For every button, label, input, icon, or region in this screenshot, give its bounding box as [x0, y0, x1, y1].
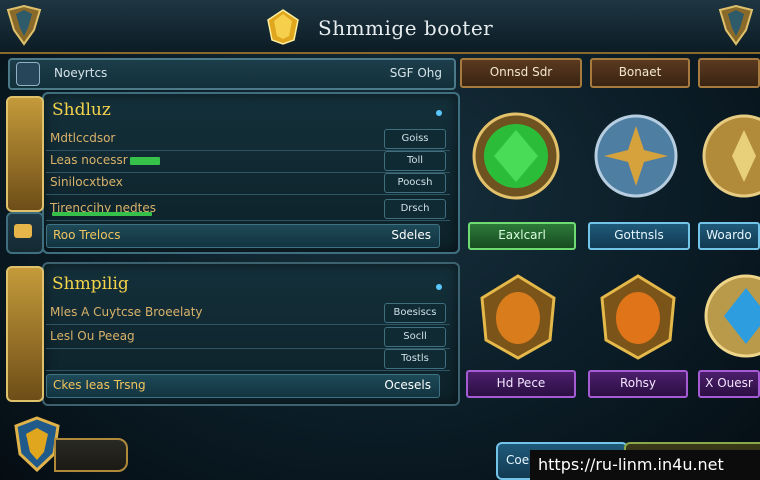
list-item[interactable]: Mles A Cuytcse Broeelaty Boesiscs	[46, 302, 450, 325]
item-slot-green-gem[interactable]	[468, 110, 564, 210]
side-badge-top-icon	[6, 96, 44, 212]
search-label: Noeyrtcs	[54, 66, 108, 80]
list-item[interactable]: Tirenccihy nedtes Drsch	[46, 198, 450, 221]
item-button-2[interactable]: Gottnsls	[588, 222, 690, 250]
item-button-1[interactable]: Eaxlcarl	[468, 222, 576, 250]
shdluz-footer[interactable]: Roo Trelocs Sdeles	[46, 224, 440, 248]
watermark: https://ru-linm.in4u.net	[530, 450, 760, 480]
progress-bar	[130, 157, 160, 165]
orange-gem-icon	[600, 274, 676, 360]
side-badge-bottom-icon	[6, 266, 44, 402]
game-screen: Shmmige booter Noeyrtcs SGF Ohg Onnsd Sd…	[0, 0, 760, 480]
list-item[interactable]: Sinilocxtbex Poocsh	[46, 172, 450, 195]
list-item[interactable]: Lesl Ou Peeag Socll	[46, 326, 450, 349]
item-slot-gold-medal[interactable]	[696, 110, 760, 210]
amber-gem-icon	[480, 274, 556, 360]
item-slot-orange-gem[interactable]	[590, 270, 686, 370]
bottom-rail	[54, 438, 128, 472]
search-value: SGF Ohg	[389, 66, 442, 80]
page-title: Shmmige booter	[318, 16, 494, 40]
item-button-4[interactable]: Hd Pece	[466, 370, 576, 398]
shmpilig-footer[interactable]: Ckes Ieas Trsng Ocesels	[46, 374, 440, 398]
search-icon[interactable]	[16, 62, 40, 86]
list-item[interactable]: Mdtlccdsor Goiss	[46, 128, 450, 151]
item-button-5[interactable]: Rohsy	[588, 370, 688, 398]
title-gem-icon	[267, 9, 299, 45]
left-ornament-icon	[6, 4, 42, 46]
status-dot	[436, 110, 442, 116]
gold-medal-icon	[702, 114, 760, 198]
side-badge-small-icon[interactable]	[6, 212, 44, 254]
list-item[interactable]: Tostls	[46, 348, 450, 371]
section-title-shdluz: Shdluz	[52, 100, 111, 120]
progress-bar-2	[52, 212, 152, 216]
blue-gem-icon	[704, 274, 760, 358]
section-title-shmpilig: Shmpilig	[52, 274, 129, 294]
item-slot-blue-gem[interactable]	[698, 270, 760, 370]
blue-star-medal-icon	[594, 114, 678, 198]
list-item[interactable]: Leas nocessr Toll	[46, 150, 450, 173]
green-gem-icon	[472, 112, 560, 200]
item-slot-amber-gem[interactable]	[470, 270, 566, 370]
title-bar: Shmmige booter	[0, 0, 760, 54]
toolbar-button-2[interactable]: Bonaet	[590, 58, 690, 88]
search-bar[interactable]: Noeyrtcs SGF Ohg	[8, 58, 456, 90]
item-button-6[interactable]: X Ouesr	[698, 370, 760, 398]
right-ornament-icon	[718, 4, 754, 46]
item-button-3[interactable]: Woardo	[698, 222, 760, 250]
toolbar-button-1[interactable]: Onnsd Sdr	[460, 58, 582, 88]
toolbar-button-3[interactable]	[698, 58, 760, 88]
item-slot-blue-medal[interactable]	[588, 110, 684, 210]
status-dot-2	[436, 284, 442, 290]
chest-icon	[14, 224, 32, 238]
